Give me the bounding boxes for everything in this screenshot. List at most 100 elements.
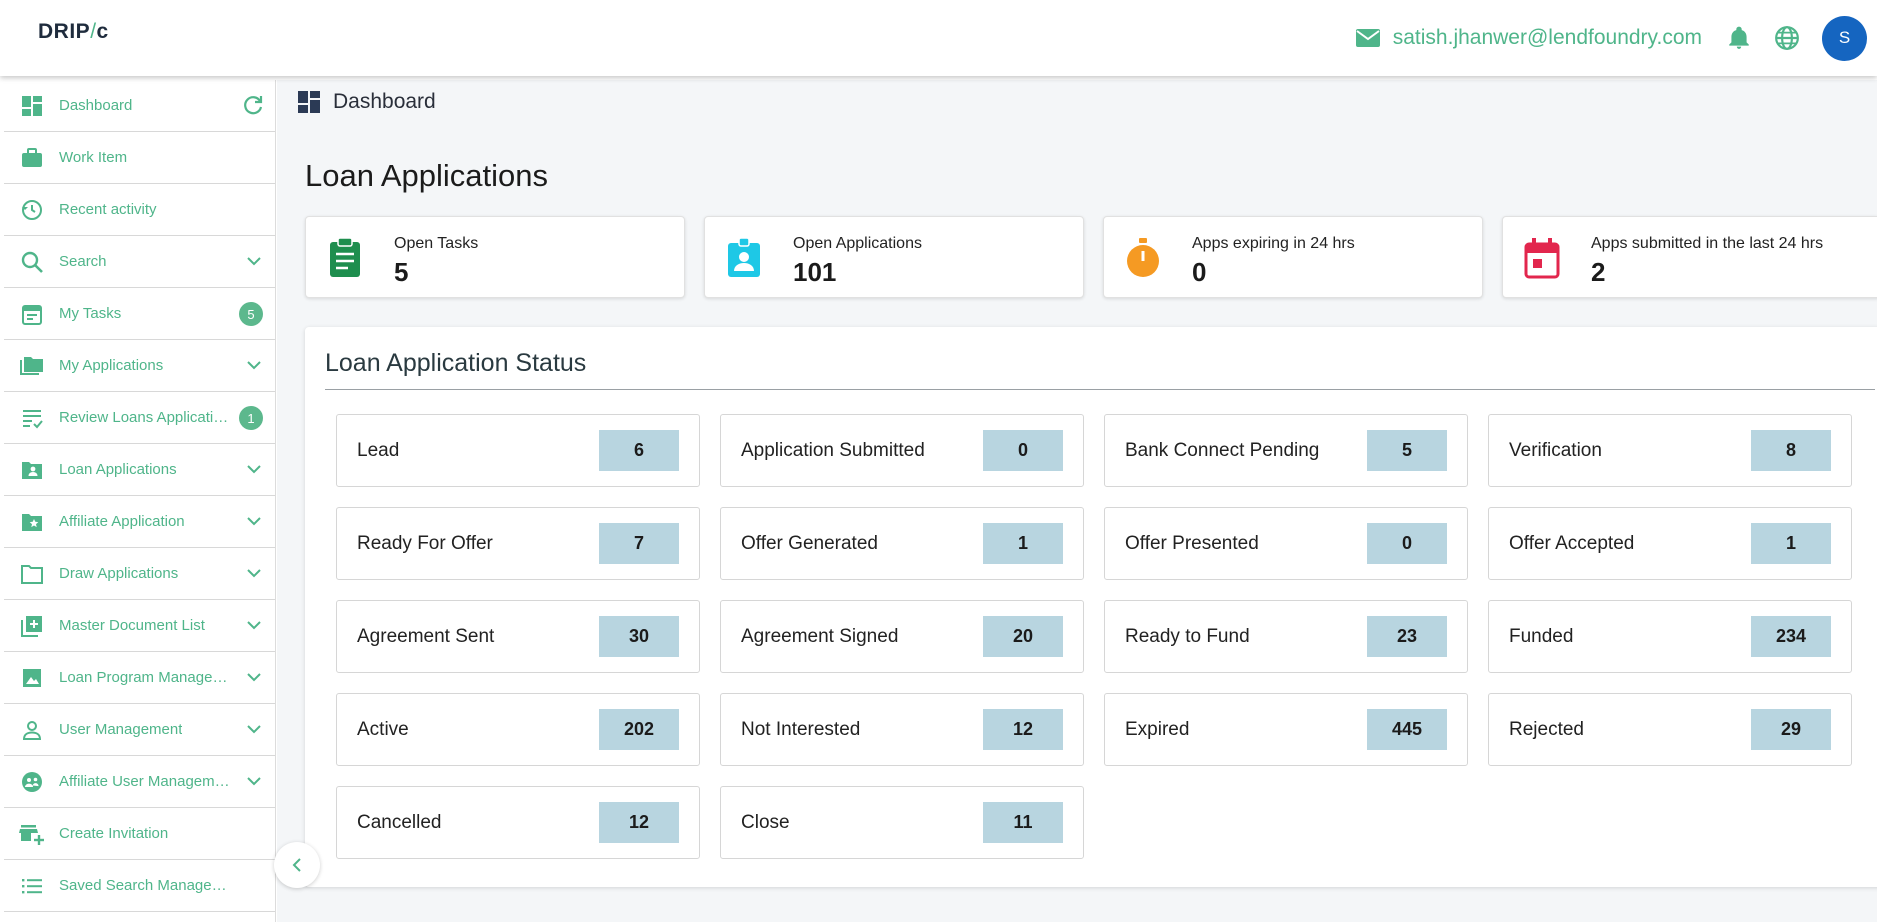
status-label: Agreement Signed: [741, 626, 899, 647]
chevron-down-icon[interactable]: [246, 669, 262, 685]
bell-icon[interactable]: [1726, 25, 1752, 51]
status-label: Offer Generated: [741, 533, 878, 554]
stopwatch-icon: [1127, 238, 1159, 277]
status-tile-application-submitted[interactable]: Application Submitted 0: [720, 414, 1084, 487]
status-tile-offer-generated[interactable]: Offer Generated 1: [720, 507, 1084, 580]
sidebar-item-affiliate-application[interactable]: Affiliate Application: [4, 496, 275, 548]
dashboard-icon: [298, 91, 320, 113]
sidebar-collapse-button[interactable]: [274, 842, 320, 888]
app-logo[interactable]: DRIP/c: [38, 20, 109, 44]
stat-value: 2: [1591, 257, 1606, 287]
sidebar-item-loan-applications[interactable]: Loan Applications: [4, 444, 275, 496]
status-count: 23: [1367, 616, 1447, 657]
sidebar-item-work-item[interactable]: Work Item: [4, 132, 275, 184]
sidebar-item-label: Recent activity: [59, 201, 157, 218]
status-label: Offer Accepted: [1509, 533, 1635, 554]
status-tile-ready-to-fund[interactable]: Ready to Fund 23: [1104, 600, 1468, 673]
sidebar-item-recent-activity[interactable]: Recent activity: [4, 184, 275, 236]
mail-icon: [1355, 29, 1380, 47]
status-count: 202: [599, 709, 679, 750]
sidebar-item-label: Affiliate Application: [59, 513, 185, 530]
stat-value: 101: [793, 257, 837, 287]
sidebar-item-my-applications[interactable]: My Applications: [4, 340, 275, 392]
sidebar-item-dashboard[interactable]: Dashboard: [4, 80, 275, 132]
status-label: Ready to Fund: [1125, 626, 1250, 647]
globe-icon[interactable]: [1774, 25, 1800, 51]
chevron-down-icon[interactable]: [246, 357, 262, 373]
sidebar-item-affiliate-user-management[interactable]: Affiliate User Management: [4, 756, 275, 808]
folders-icon: [19, 353, 45, 379]
status-tile-not-interested[interactable]: Not Interested 12: [720, 693, 1084, 766]
status-tile-cancelled[interactable]: Cancelled 12: [336, 786, 700, 859]
status-tile-bank-connect-pending[interactable]: Bank Connect Pending 5: [1104, 414, 1468, 487]
sidebar-item-master-document-list[interactable]: Master Document List: [4, 600, 275, 652]
status-count: 234: [1751, 616, 1831, 657]
stat-card-apps-expiring[interactable]: Apps expiring in 24 hrs 0: [1103, 216, 1483, 298]
chevron-left-icon: [292, 858, 301, 872]
page-title: Loan Applications: [305, 158, 549, 193]
status-tile-ready-for-offer[interactable]: Ready For Offer 7: [336, 507, 700, 580]
sidebar-item-search[interactable]: Search: [4, 236, 275, 288]
stat-card-open-tasks[interactable]: Open Tasks 5: [305, 216, 685, 298]
folder-outline-icon: [19, 561, 45, 587]
stats-row: Open Tasks 5 Open Applications 101 Apps …: [305, 216, 1877, 298]
checklist-icon: [19, 405, 45, 431]
status-tile-active[interactable]: Active 202: [336, 693, 700, 766]
chevron-down-icon[interactable]: [246, 461, 262, 477]
sidebar-item-label: Search: [59, 253, 107, 270]
chevron-down-icon[interactable]: [246, 721, 262, 737]
status-grid: Lead 6 Application Submitted 0 Bank Connec…: [336, 414, 1852, 859]
status-tile-close[interactable]: Close 11: [720, 786, 1084, 859]
history-icon: [19, 197, 45, 223]
chevron-down-icon[interactable]: [246, 617, 262, 633]
status-tile-offer-accepted[interactable]: Offer Accepted 1: [1488, 507, 1852, 580]
sidebar-item-saved-search-management[interactable]: Saved Search Management: [4, 860, 275, 912]
status-label: Bank Connect Pending: [1125, 440, 1320, 461]
status-count: 30: [599, 616, 679, 657]
status-count: 0: [983, 430, 1063, 471]
status-label: Verification: [1509, 440, 1602, 461]
sidebar-item-label: Draw Applications: [59, 565, 179, 582]
sidebar-item-loan-program-management[interactable]: Loan Program Management: [4, 652, 275, 704]
status-count: 7: [599, 523, 679, 564]
chevron-down-icon[interactable]: [246, 253, 262, 269]
status-tile-lead[interactable]: Lead 6: [336, 414, 700, 487]
top-header: DRIP/c satish.jhanwer@lendfoundry.com S: [0, 0, 1877, 76]
sidebar-item-label: Master Document List: [59, 617, 205, 634]
sidebar-item-create-invitation[interactable]: Create Invitation: [4, 808, 275, 860]
sidebar-item-label: Affiliate User Management: [59, 773, 231, 790]
sidebar-item-review-loans[interactable]: Review Loans Applications 1: [4, 392, 275, 444]
sidebar-item-label: Create Invitation: [59, 825, 169, 842]
sidebar-item-label: Work Item: [59, 149, 128, 166]
stat-card-open-applications[interactable]: Open Applications 101: [704, 216, 1084, 298]
stat-label: Open Applications: [793, 235, 922, 252]
image-icon: [19, 665, 45, 691]
chevron-down-icon[interactable]: [246, 773, 262, 789]
sidebar-item-label: My Applications: [59, 357, 164, 374]
user-email: satish.jhanwer@lendfoundry.com: [1392, 26, 1702, 49]
chevron-down-icon[interactable]: [246, 565, 262, 581]
sidebar-item-my-tasks[interactable]: My Tasks 5: [4, 288, 275, 340]
panel-title: Loan Application Status: [325, 349, 587, 377]
status-tile-funded[interactable]: Funded 234: [1488, 600, 1852, 673]
dashboard-icon: [19, 93, 45, 119]
sidebar-item-user-management[interactable]: User Management: [4, 704, 275, 756]
status-tile-verification[interactable]: Verification 8: [1488, 414, 1852, 487]
sidebar-item-draw-applications[interactable]: Draw Applications: [4, 548, 275, 600]
sidebar-item-label: Loan Program Management: [59, 669, 231, 686]
chevron-down-icon[interactable]: [246, 513, 262, 529]
status-tile-expired[interactable]: Expired 445: [1104, 693, 1468, 766]
person-icon: [19, 717, 45, 743]
refresh-icon[interactable]: [241, 93, 265, 117]
sidebar-nav: Dashboard Work Item Recent activity Sear…: [4, 80, 276, 922]
status-label: Not Interested: [741, 719, 861, 740]
status-tile-agreement-signed[interactable]: Agreement Signed 20: [720, 600, 1084, 673]
status-tile-agreement-sent[interactable]: Agreement Sent 30: [336, 600, 700, 673]
avatar[interactable]: S: [1822, 15, 1867, 61]
stat-card-apps-submitted[interactable]: Apps submitted in the last 24 hrs 2: [1502, 216, 1877, 298]
briefcase-icon: [19, 145, 45, 171]
clipboard-icon: [330, 237, 360, 277]
status-label: Offer Presented: [1125, 533, 1259, 554]
status-tile-offer-presented[interactable]: Offer Presented 0: [1104, 507, 1468, 580]
status-tile-rejected[interactable]: Rejected 29: [1488, 693, 1852, 766]
